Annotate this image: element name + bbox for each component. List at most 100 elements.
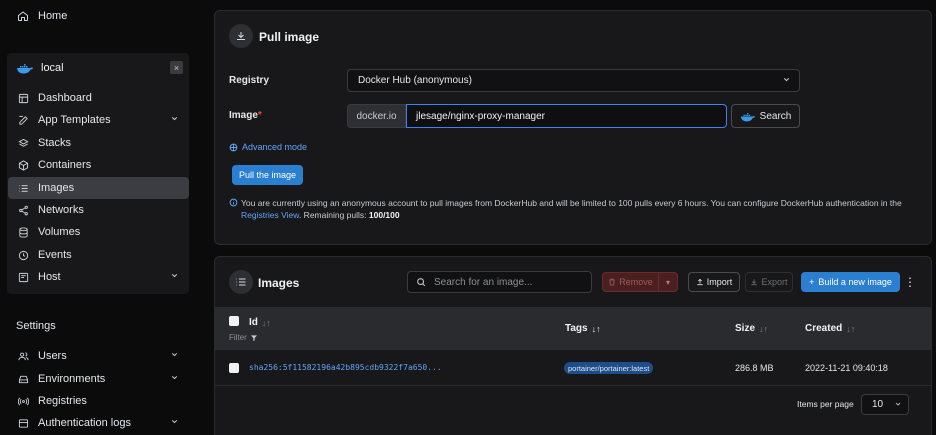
export-button[interactable]: Export: [745, 272, 793, 292]
advanced-mode-link[interactable]: Advanced mode: [229, 142, 307, 152]
remaining-pulls-count: 100/100: [368, 210, 400, 220]
sidebar-item-events[interactable]: Events: [8, 244, 189, 266]
sidebar-item-environments[interactable]: Environments: [8, 368, 189, 390]
download-icon: [229, 24, 253, 48]
column-header-tags[interactable]: Tags ↓↑: [565, 323, 601, 334]
sort-icon: ↓↑: [846, 323, 856, 334]
docker-whale-icon: [16, 62, 33, 74]
environment-name: local: [41, 62, 64, 74]
export-button-label: Export: [761, 277, 788, 287]
home-icon: [16, 9, 30, 23]
pull-image-title: Pull image: [259, 30, 320, 44]
sidebar-item-networks[interactable]: Networks: [8, 199, 189, 221]
column-label: Tags: [565, 323, 588, 334]
sidebar-item-stacks[interactable]: Stacks: [8, 132, 189, 154]
import-button-label: Import: [706, 277, 733, 287]
build-image-button[interactable]: + Build a new image: [801, 272, 900, 292]
sidebar-item-host[interactable]: Host: [8, 266, 189, 288]
image-created: 2022-11-21 09:40:18: [805, 363, 888, 373]
settings-icon: [229, 143, 238, 152]
import-button[interactable]: Import: [688, 272, 740, 292]
search-dockerhub-button[interactable]: Search: [731, 104, 800, 128]
sidebar-item-home[interactable]: Home: [8, 5, 189, 27]
sidebar-item-app-templates[interactable]: App Templates: [8, 109, 189, 131]
registries-view-link[interactable]: Registries View: [241, 210, 299, 220]
sidebar-item-users[interactable]: Users: [8, 345, 189, 367]
chevron-down-icon: [894, 400, 902, 410]
column-header-created[interactable]: Created ↓↑: [805, 323, 855, 334]
info-remaining-label: . Remaining pulls:: [298, 210, 367, 220]
remove-button-label: Remove: [619, 277, 653, 287]
share-icon: [16, 203, 30, 217]
sidebar-item-registries[interactable]: Registries: [8, 390, 189, 412]
database-icon: [16, 225, 30, 239]
sidebar-item-label: Environments: [38, 373, 106, 385]
sidebar-item-label: Registries: [38, 395, 87, 407]
remove-options-toggle[interactable]: ▾: [659, 272, 678, 292]
required-marker: *: [257, 110, 262, 121]
search-icon: [416, 277, 426, 287]
more-options-icon[interactable]: ⋮: [904, 274, 916, 290]
dashboard-icon: [16, 91, 30, 105]
chevron-down-icon: [170, 373, 179, 385]
sidebar-item-images[interactable]: Images: [8, 177, 189, 199]
sidebar-item-label: Events: [38, 249, 72, 261]
advanced-mode-label: Advanced mode: [242, 142, 308, 152]
sidebar-item-label: Networks: [38, 204, 84, 216]
sort-icon: ↓↑: [591, 323, 601, 334]
column-header-size[interactable]: Size ↓↑: [735, 323, 768, 334]
chevron-down-icon: [170, 114, 179, 126]
info-icon: [229, 198, 238, 210]
sidebar-item-label: Stacks: [38, 137, 72, 149]
image-registry-prefix: docker.io: [347, 104, 406, 128]
sidebar-item-label: Volumes: [38, 226, 81, 238]
sort-icon: ↓↑: [759, 323, 769, 334]
row-checkbox[interactable]: [229, 363, 239, 373]
column-header-id[interactable]: Id ↓↑: [249, 317, 271, 328]
filter-icon: [250, 334, 258, 342]
column-label: Id: [249, 317, 258, 328]
sidebar: Home local × Dashboard App Templates Sta…: [0, 0, 200, 435]
settings-section-title: Settings: [16, 320, 56, 332]
image-name-input[interactable]: jlesage/nginx-proxy-manager: [406, 104, 727, 128]
build-button-label: Build a new image: [818, 277, 892, 287]
images-title: Images: [258, 276, 300, 290]
download-icon: [750, 278, 758, 286]
sidebar-item-volumes[interactable]: Volumes: [8, 221, 189, 243]
sort-icon: ↓↑: [261, 317, 271, 328]
sidebar-item-label: Dashboard: [38, 92, 92, 104]
stacks-icon: [16, 136, 30, 150]
chevron-down-icon: [170, 271, 179, 283]
sidebar-item-label: Containers: [38, 159, 92, 171]
sidebar-item-label: App Templates: [38, 114, 111, 126]
sidebar-item-label: Users: [38, 350, 67, 362]
image-id-link[interactable]: sha256:5f11582196a42b895cdb9322f7a650...: [249, 363, 442, 372]
select-all-checkbox[interactable]: [229, 316, 239, 326]
info-message: You are currently using an anonymous acc…: [241, 198, 902, 208]
image-search-placeholder: Search for an image...: [434, 276, 533, 288]
chevron-down-icon: [782, 75, 791, 86]
registry-select[interactable]: Docker Hub (anonymous): [347, 69, 800, 92]
containers-icon: [16, 158, 30, 172]
image-label: Image*: [229, 110, 262, 121]
sidebar-item-authentication-logs[interactable]: Authentication logs: [8, 412, 189, 434]
plus-icon: +: [809, 277, 815, 287]
sidebar-item-label: Images: [38, 182, 75, 194]
dockerhub-info-text: You are currently using an anonymous acc…: [229, 197, 919, 221]
upload-icon: [696, 278, 704, 286]
sidebar-item-dashboard[interactable]: Dashboard: [8, 87, 189, 109]
registry-label: Registry: [229, 75, 270, 86]
sidebar-item-containers[interactable]: Containers: [8, 154, 189, 176]
close-environment-button[interactable]: ×: [170, 61, 183, 74]
items-per-page-label: Items per page: [797, 399, 854, 409]
pull-image-button[interactable]: Pull the image: [232, 165, 303, 185]
image-search-input[interactable]: Search for an image...: [407, 271, 592, 293]
sidebar-item-label: Host: [38, 271, 61, 283]
filter-button[interactable]: Filter: [229, 333, 258, 342]
edit-icon: [16, 113, 30, 127]
trash-icon: [608, 278, 616, 286]
log-icon: [16, 416, 30, 430]
server-icon: [16, 270, 30, 284]
items-per-page-select[interactable]: 10: [861, 394, 909, 415]
remove-button[interactable]: Remove: [602, 272, 659, 292]
